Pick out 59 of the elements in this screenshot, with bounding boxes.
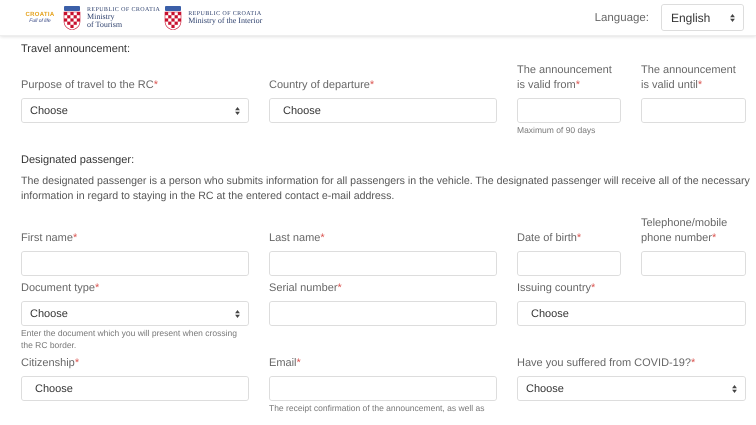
up-down-caret-icon xyxy=(730,14,735,22)
input-field[interactable] xyxy=(517,251,621,276)
field-label: Country of departure* xyxy=(269,78,376,93)
required-asterisk: * xyxy=(576,79,580,91)
input-field[interactable] xyxy=(269,301,497,326)
input-field[interactable] xyxy=(21,251,249,276)
combo-field[interactable]: Choose xyxy=(517,301,746,326)
field-label: Purpose of travel to the RC* xyxy=(21,78,159,93)
required-asterisk: * xyxy=(337,282,342,294)
coat-of-arms-icon xyxy=(164,6,182,30)
field-label: Have you suffered from COVID-19?* xyxy=(517,356,696,371)
field-label: Date of birth* xyxy=(517,231,582,246)
combo-field[interactable]: Choose xyxy=(21,376,249,401)
field-label: Email* xyxy=(269,356,302,371)
input-field[interactable] xyxy=(641,251,746,276)
up-down-caret-icon xyxy=(732,384,737,392)
field-hint: Enter the document which you will present when crossing the RC border. xyxy=(21,327,238,351)
section-title: Travel announcement: xyxy=(21,43,132,57)
required-asterisk: * xyxy=(72,232,78,244)
required-asterisk: * xyxy=(296,357,301,369)
input-field[interactable] xyxy=(269,376,497,401)
language-label: Language: xyxy=(594,12,649,24)
select-field[interactable]: Choose xyxy=(517,376,746,401)
ministry-name: Ministry of the Interior xyxy=(188,16,262,24)
required-asterisk: * xyxy=(320,232,325,244)
required-asterisk: * xyxy=(154,79,158,91)
field-label: Serial number* xyxy=(269,281,343,296)
input-field[interactable] xyxy=(517,98,621,123)
input-field[interactable] xyxy=(269,251,497,276)
field-label: Last name* xyxy=(269,231,326,246)
language-select[interactable]: English xyxy=(661,4,744,31)
field-label: Telephone/mobile phone number* xyxy=(641,216,728,246)
ministry-name: Ministry xyxy=(87,12,116,20)
combo-field[interactable]: Choose xyxy=(269,98,497,123)
required-asterisk: * xyxy=(370,79,374,91)
required-asterisk: * xyxy=(698,79,702,91)
field-label: Document type* xyxy=(21,281,100,296)
field-label: The announcement is valid until* xyxy=(641,63,737,93)
required-asterisk: * xyxy=(590,282,596,294)
field-label: The announcement is valid from* xyxy=(517,63,613,93)
required-asterisk: * xyxy=(74,357,80,369)
section-title: Designated passenger: xyxy=(21,154,136,168)
required-asterisk: * xyxy=(94,282,100,294)
select-field[interactable]: Choose xyxy=(21,98,249,123)
ministry-name: of Tourism xyxy=(87,20,124,28)
coat-of-arms-icon xyxy=(63,6,81,30)
field-label: Citizenship* xyxy=(21,356,80,371)
up-down-caret-icon xyxy=(235,106,240,114)
required-asterisk: * xyxy=(712,232,716,244)
select-field[interactable]: Choose xyxy=(21,301,249,326)
required-asterisk: * xyxy=(691,357,696,369)
field-label: First name* xyxy=(21,231,78,246)
up-down-caret-icon xyxy=(235,310,240,318)
input-field[interactable] xyxy=(641,98,746,123)
field-label: Issuing country* xyxy=(517,281,596,296)
section-description: The designated passenger is a person who submits information for all passengers in the vehicle. The designated passenger will receive all of the necessary information in regard to staying in the RC at the entered contact e-mail address. xyxy=(21,174,751,204)
field-hint: The receipt confirmation of the announcement, as well as xyxy=(269,402,486,414)
required-asterisk: * xyxy=(576,232,582,244)
field-hint: Maximum of 90 days xyxy=(517,124,596,136)
